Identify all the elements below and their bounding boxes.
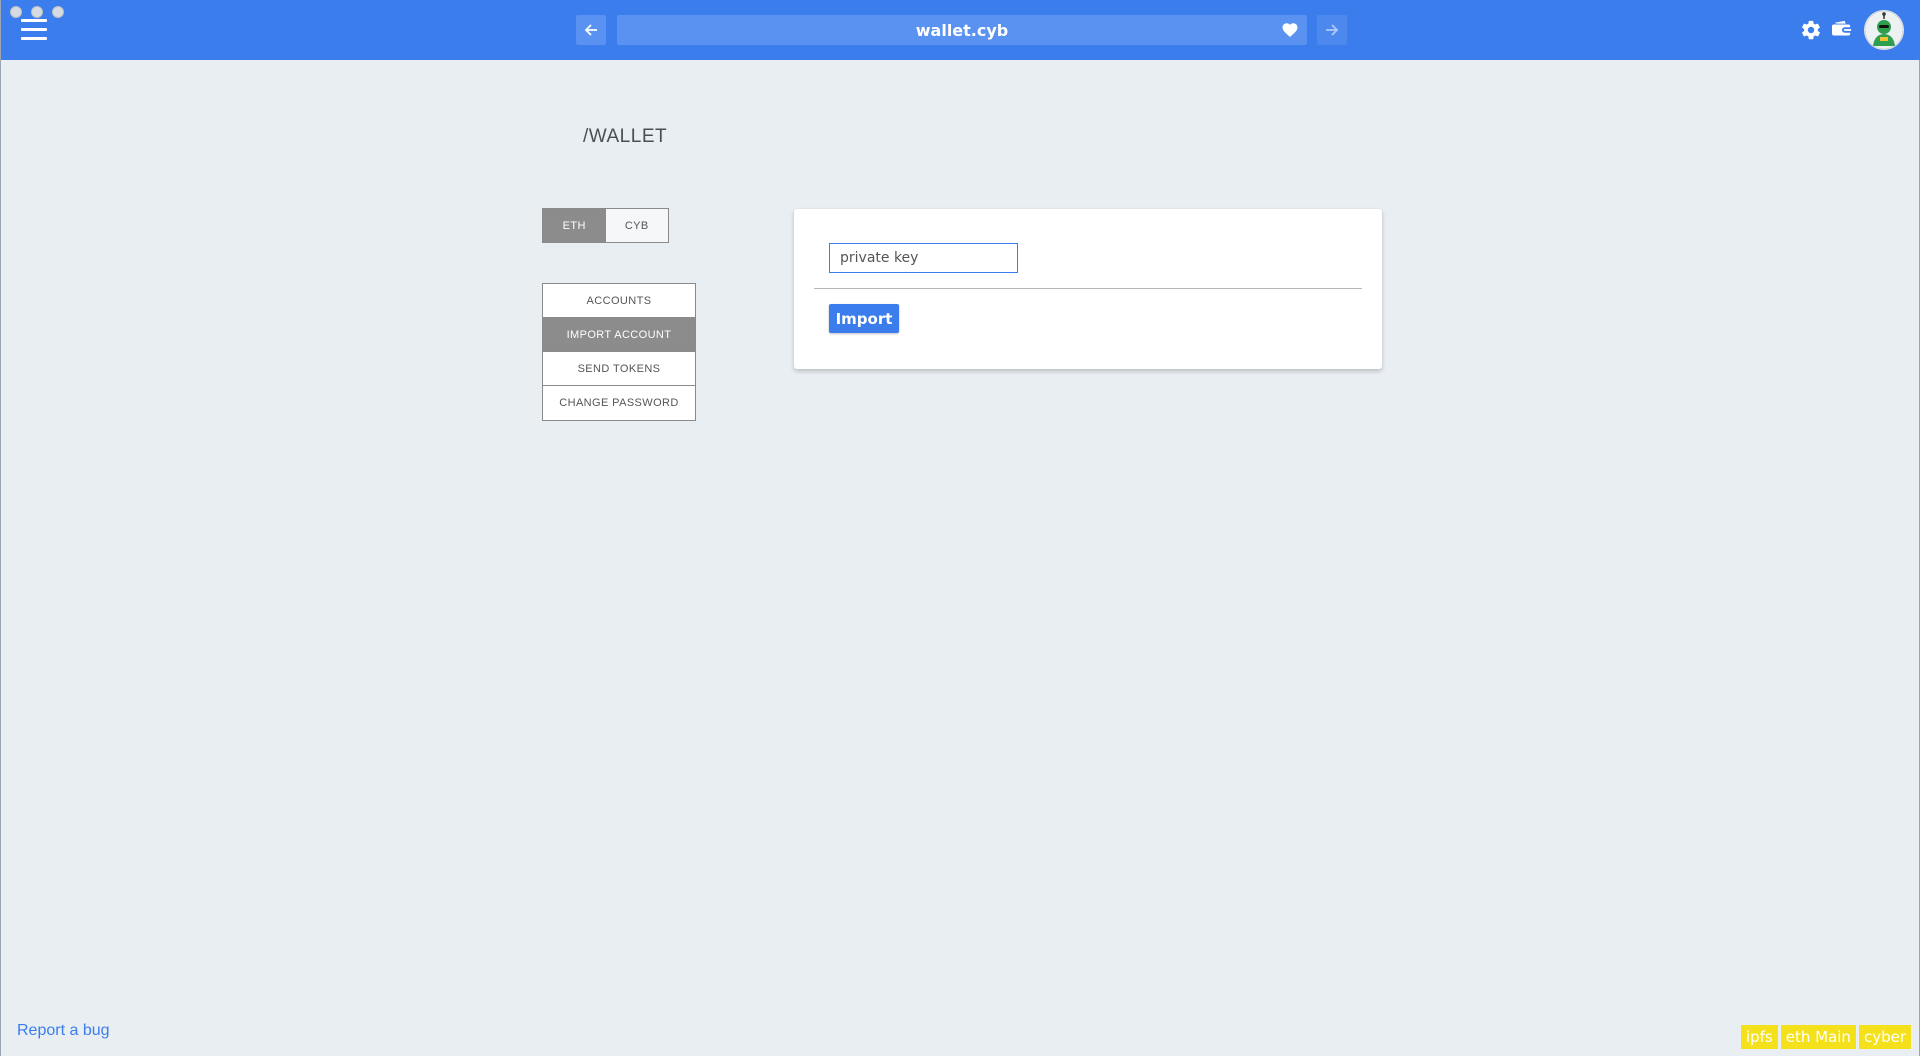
- status-badge-ipfs[interactable]: ipfs: [1740, 1025, 1778, 1049]
- import-button[interactable]: Import: [829, 304, 899, 333]
- menu-item-accounts[interactable]: ACCOUNTS: [543, 284, 695, 318]
- card-divider: [814, 288, 1362, 289]
- window-minimize-button[interactable]: [31, 6, 43, 18]
- menu-item-change-password[interactable]: CHANGE PASSWORD: [543, 386, 695, 420]
- address-text[interactable]: wallet.cyb: [916, 21, 1009, 40]
- menu-item-import-account[interactable]: IMPORT ACCOUNT: [543, 318, 695, 352]
- top-bar: wallet.cyb: [1, 0, 1920, 60]
- report-bug-link[interactable]: Report a bug: [17, 1022, 110, 1040]
- menu-item-send-tokens[interactable]: SEND TOKENS: [543, 352, 695, 386]
- network-toggle: ETH CYB: [542, 208, 669, 243]
- forward-button[interactable]: [1317, 15, 1347, 45]
- tab-eth[interactable]: ETH: [543, 209, 606, 242]
- gear-icon[interactable]: [1800, 19, 1822, 41]
- robot-avatar[interactable]: [1864, 10, 1904, 50]
- window-close-button[interactable]: [10, 6, 22, 18]
- page-title: /WALLET: [583, 126, 668, 147]
- import-account-card: Import: [794, 209, 1382, 369]
- private-key-input[interactable]: [829, 243, 1018, 273]
- tab-cyb[interactable]: CYB: [606, 209, 669, 242]
- window-maximize-button[interactable]: [52, 6, 64, 18]
- back-button[interactable]: [576, 15, 606, 45]
- heart-icon[interactable]: [1281, 21, 1299, 39]
- wallet-side-menu: ACCOUNTS IMPORT ACCOUNT SEND TOKENS CHAN…: [542, 283, 696, 421]
- hamburger-menu-icon[interactable]: [21, 19, 47, 41]
- status-badges: ipfs eth Main cyber: [1740, 1025, 1911, 1049]
- wallet-icon[interactable]: [1831, 20, 1853, 40]
- status-badge-eth[interactable]: eth Main: [1780, 1025, 1856, 1049]
- arrow-right-icon: [1326, 24, 1339, 36]
- arrow-left-icon: [584, 24, 597, 36]
- status-badge-cyber[interactable]: cyber: [1858, 1025, 1911, 1049]
- address-bar[interactable]: wallet.cyb: [617, 15, 1307, 45]
- window-controls: [10, 6, 64, 18]
- app-window: wallet.cyb /WALLET ETH CYB ACCOUNTS IMPO…: [0, 0, 1920, 1056]
- robot-icon: [1864, 10, 1904, 50]
